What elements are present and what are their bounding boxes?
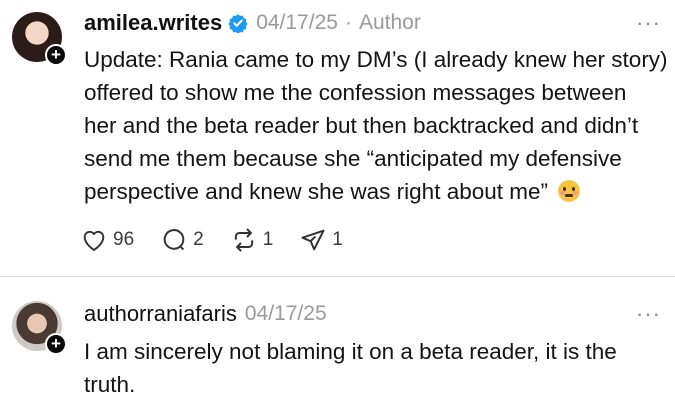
post-line: offered to show me the confession messag… (84, 80, 627, 105)
post-date[interactable]: 04/17/25 (245, 302, 327, 326)
post-line: perspective and knew she was right about… (84, 179, 548, 204)
follow-plus-icon[interactable]: + (45, 333, 67, 355)
like-button[interactable]: 96 (80, 226, 134, 254)
action-bar: 96 2 1 1 (80, 224, 369, 256)
post-date[interactable]: 04/17/25 (256, 11, 338, 35)
post-line: I am sincerely not blaming it on a beta … (84, 339, 617, 364)
share-count: 1 (332, 229, 343, 250)
avatar-container: + (12, 12, 67, 66)
repost-icon (234, 228, 253, 252)
share-button[interactable]: 1 (299, 226, 343, 254)
post-line: her and the beta reader but then backtra… (84, 113, 639, 138)
post-line: truth. (84, 372, 136, 397)
comment-icon (163, 229, 185, 251)
repost-count: 1 (262, 229, 274, 250)
verified-badge-icon (228, 14, 248, 33)
repost-button[interactable]: 1 (230, 226, 274, 254)
post-header: authorraniafaris 04/17/25 (84, 299, 327, 329)
post-line: send me them because she “anticipated my… (84, 146, 622, 171)
like-count: 96 (113, 229, 135, 250)
username[interactable]: authorraniafaris (84, 301, 237, 327)
author-tag: Author (358, 11, 421, 34)
post-amilea: + amilea.writes 04/17/25 · Author ··· Up… (0, 0, 675, 276)
post-text: Update: Rania came to my DM’s (I already… (84, 43, 669, 208)
meta-separator: · (344, 11, 352, 34)
more-options-icon[interactable]: ··· (636, 301, 661, 327)
post-text: I am sincerely not blaming it on a beta … (84, 335, 669, 401)
post-line: Update: Rania came to my DM’s (I already… (84, 47, 668, 72)
follow-plus-icon[interactable]: + (45, 44, 67, 66)
heart-icon (83, 230, 105, 251)
avatar-container: + (12, 301, 67, 355)
more-options-icon[interactable]: ··· (636, 10, 661, 36)
post-header: amilea.writes 04/17/25 · Author (84, 8, 421, 38)
reply-count: 2 (193, 229, 204, 250)
post-rania: + authorraniafaris 04/17/25 ··· I am sin… (0, 277, 675, 400)
send-icon (301, 229, 325, 251)
flushed-face-emoji-icon (558, 180, 581, 202)
reply-button[interactable]: 2 (160, 226, 204, 254)
post-line-last: perspective and knew she was right about… (84, 175, 669, 208)
username[interactable]: amilea.writes (84, 10, 222, 36)
